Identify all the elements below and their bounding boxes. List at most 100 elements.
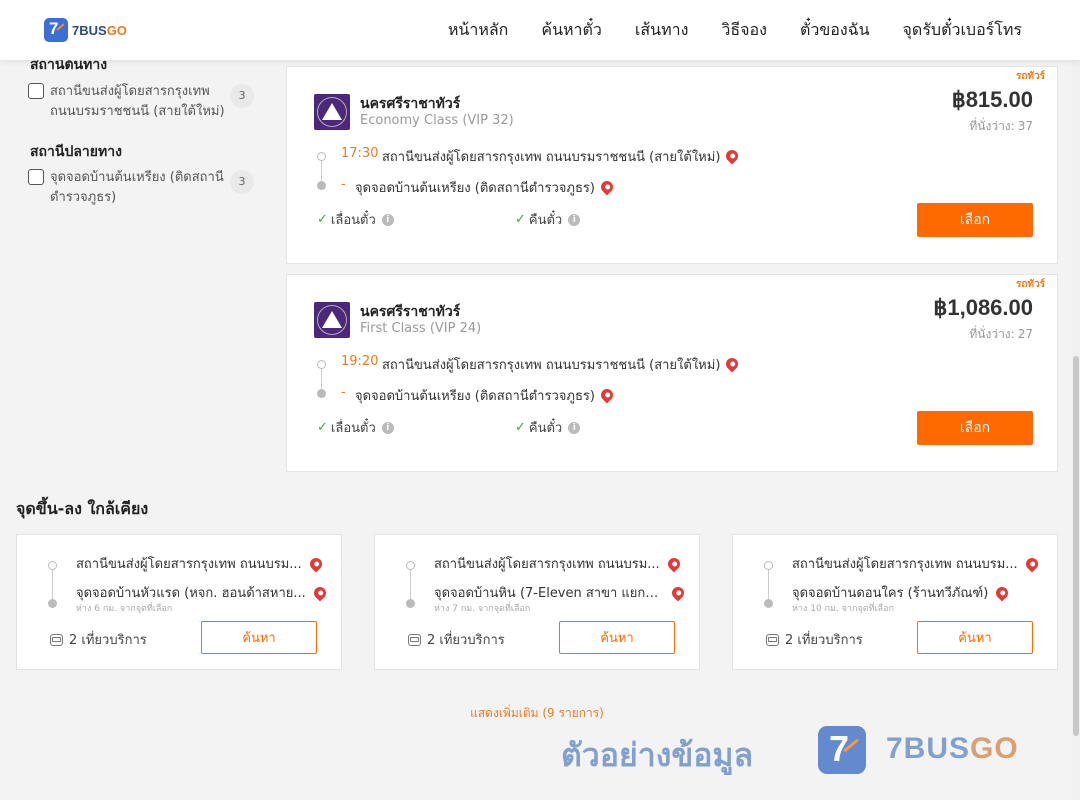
nearby-distance: ห่าง 6 กม. จากจุดที่เลือก bbox=[76, 604, 173, 614]
map-pin-icon[interactable] bbox=[723, 355, 741, 373]
info-icon[interactable]: i bbox=[568, 213, 581, 226]
nearby-trip-count: 2 เที่ยวบริการ bbox=[408, 629, 505, 650]
check-icon: ✓ bbox=[317, 212, 328, 227]
seat-class: First Class (VIP 24) bbox=[360, 321, 482, 336]
nearby-card: สถานีขนส่งผู้โดยสารกรุงเทพ ถนนบรม... จุด… bbox=[374, 534, 700, 670]
nearby-trip-count-label: 2 เที่ยวบริการ bbox=[785, 633, 863, 648]
departure-time: 19:20 bbox=[341, 354, 379, 369]
select-trip-button[interactable]: เลือก bbox=[917, 411, 1033, 445]
map-pin-icon[interactable] bbox=[311, 584, 329, 601]
info-icon[interactable]: i bbox=[381, 213, 394, 226]
operator-name: นครศรีราชาทัวร์ bbox=[360, 96, 461, 112]
nearby-to: จุดจอดบ้านดอนใคร (ร้านทวีภัณฑ์) bbox=[792, 582, 1042, 603]
check-icon: ✓ bbox=[515, 212, 526, 227]
nearby-search-button[interactable]: ค้นหา bbox=[917, 621, 1033, 654]
departure-time: 17:30 bbox=[341, 146, 379, 161]
map-pin-icon[interactable] bbox=[598, 178, 616, 196]
select-trip-button[interactable]: เลือก bbox=[917, 203, 1033, 237]
reschedule-label: เลื่อนตั๋ว bbox=[330, 421, 376, 436]
arrival-time: - bbox=[341, 385, 346, 400]
nearby-trip-count-label: 2 เที่ยวบริการ bbox=[427, 633, 505, 648]
map-pin-icon[interactable] bbox=[598, 386, 616, 404]
nearby-trip-count: 2 เที่ยวบริการ bbox=[50, 629, 147, 650]
origin-option-label[interactable]: สถานีขนส่งผู้โดยสารกรุงเทพ ถนนบรมราชชนนี… bbox=[50, 82, 228, 122]
seat-class: Economy Class (VIP 32) bbox=[360, 113, 514, 128]
nav-how-to-book[interactable]: วิธีจอง bbox=[721, 18, 767, 43]
timeline-start-dot bbox=[406, 561, 415, 570]
map-pin-icon[interactable] bbox=[665, 555, 683, 572]
timeline-end-dot bbox=[317, 181, 326, 190]
timeline-end-dot bbox=[48, 599, 57, 608]
destination-option-label[interactable]: จุดจอดบ้านต้นเหรียง (ติดสถานีตำรวจภูธร) bbox=[50, 168, 228, 208]
watermark-brand-prefix: 7BUS bbox=[886, 732, 971, 765]
nearby-trip-count: 2 เที่ยวบริการ bbox=[766, 629, 863, 650]
seats-count: 37 bbox=[1017, 119, 1033, 133]
nearby-from-name: สถานีขนส่งผู้โดยสารกรุงเทพ ถนนบรม... bbox=[434, 557, 660, 572]
sample-data-watermark: ตัวอย่างข้อมูล bbox=[561, 736, 754, 774]
main-nav: หน้าหลัก ค้นหาตั๋ว เส้นทาง วิธีจอง ตั๋วข… bbox=[448, 18, 1022, 43]
nearby-to-name: จุดจอดบ้านดอนใคร (ร้านทวีภัณฑ์) bbox=[792, 586, 989, 601]
seats-available: ที่นั่งว่าง: 37 bbox=[969, 117, 1033, 136]
map-pin-icon[interactable] bbox=[723, 147, 741, 165]
refund-feature: ✓ คืนตั๋ว i bbox=[515, 209, 581, 230]
map-pin-icon[interactable] bbox=[993, 584, 1011, 601]
arrival-station-name: จุดจอดบ้านต้นเหรียง (ติดสถานีตำรวจภูธร) bbox=[355, 181, 595, 196]
nav-pickup-points[interactable]: จุดรับตั๋วเบอร์โทร bbox=[903, 18, 1022, 43]
temple-logo-icon bbox=[314, 94, 350, 130]
origin-option-count: 3 bbox=[230, 84, 254, 108]
watermark-brand: 7BUSGO bbox=[886, 732, 1019, 766]
arrival-station: จุดจอดบ้านต้นเหรียง (ติดสถานีตำรวจภูธร) bbox=[355, 385, 616, 406]
arrival-time: - bbox=[341, 177, 346, 192]
nearby-to: จุดจอดบ้านหิน (7-Eleven สาขา แยกบ้... bbox=[434, 582, 687, 603]
top-header: 7 7BUSGO หน้าหลัก ค้นหาตั๋ว เส้นทาง วิธี… bbox=[0, 0, 1080, 60]
refund-feature: ✓ คืนตั๋ว i bbox=[515, 417, 581, 438]
destination-filter-title: สถานีปลายทาง bbox=[30, 144, 122, 160]
page-scrollbar[interactable] bbox=[1072, 0, 1080, 800]
map-pin-icon[interactable] bbox=[669, 584, 687, 601]
bus-type-ribbon: รถทัวร์ bbox=[1015, 71, 1045, 82]
arrival-station: จุดจอดบ้านต้นเหรียง (ติดสถานีตำรวจภูธร) bbox=[355, 177, 616, 198]
watermark-brand-suffix: GO bbox=[970, 732, 1019, 765]
info-icon[interactable]: i bbox=[568, 421, 581, 434]
ticket-price: ฿1,086.00 bbox=[933, 295, 1033, 320]
departure-station-name: สถานีขนส่งผู้โดยสารกรุงเทพ ถนนบรมราชชนนี… bbox=[382, 358, 721, 373]
check-icon: ✓ bbox=[317, 420, 328, 435]
nav-my-tickets[interactable]: ตั๋วของฉัน bbox=[800, 18, 870, 43]
timeline-end-dot bbox=[406, 599, 415, 608]
refund-label: คืนตั๋ว bbox=[528, 421, 563, 436]
refund-label: คืนตั๋ว bbox=[528, 213, 563, 228]
bus-icon bbox=[50, 633, 63, 646]
bus-icon bbox=[766, 633, 779, 646]
bus-type-ribbon: รถทัวร์ bbox=[1015, 279, 1045, 290]
map-pin-icon[interactable] bbox=[1023, 555, 1041, 572]
brand-suffix: GO bbox=[106, 22, 127, 38]
brand-logo[interactable]: 7 7BUSGO bbox=[44, 18, 127, 42]
destination-checkbox[interactable] bbox=[28, 169, 44, 185]
nav-home[interactable]: หน้าหลัก bbox=[448, 18, 509, 43]
nearby-from: สถานีขนส่งผู้โดยสารกรุงเทพ ถนนบรม... bbox=[792, 553, 1042, 574]
seats-count: 27 bbox=[1017, 327, 1033, 341]
origin-checkbox[interactable] bbox=[28, 83, 44, 99]
nearby-distance: ห่าง 10 กม. จากจุดที่เลือก bbox=[792, 604, 894, 614]
7busgo-logo-icon: 7 bbox=[44, 18, 68, 42]
info-icon[interactable]: i bbox=[381, 421, 394, 434]
timeline-line bbox=[52, 567, 53, 603]
map-pin-icon[interactable] bbox=[307, 555, 325, 572]
trip-card: รถทัวร์ นครศรีราชาทัวร์ First Class (VIP… bbox=[286, 274, 1058, 472]
nearby-trip-count-label: 2 เที่ยวบริการ bbox=[69, 633, 147, 648]
timeline-line bbox=[410, 567, 411, 603]
nearby-to-name: จุดจอดบ้านหัวแรด (หจก. ฮอนด้าสหาย... bbox=[76, 586, 306, 601]
nav-search-ticket[interactable]: ค้นหาตั๋ว bbox=[541, 18, 602, 43]
nearby-card: สถานีขนส่งผู้โดยสารกรุงเทพ ถนนบรม... จุด… bbox=[16, 534, 342, 670]
brand-name: 7BUSGO bbox=[72, 23, 127, 38]
timeline-line bbox=[768, 567, 769, 603]
timeline-start-dot bbox=[317, 152, 326, 161]
departure-station: สถานีขนส่งผู้โดยสารกรุงเทพ ถนนบรมราชชนนี… bbox=[382, 354, 741, 375]
nearby-search-button[interactable]: ค้นหา bbox=[201, 621, 317, 654]
nearby-search-button[interactable]: ค้นหา bbox=[559, 621, 675, 654]
destination-option-count: 3 bbox=[230, 170, 254, 194]
show-more-link[interactable]: แสดงเพิ่มเติม (9 รายการ) bbox=[0, 704, 1074, 723]
scrollbar-thumb[interactable] bbox=[1073, 356, 1079, 736]
seats-available: ที่นั่งว่าง: 27 bbox=[969, 325, 1033, 344]
nav-routes[interactable]: เส้นทาง bbox=[635, 18, 689, 43]
